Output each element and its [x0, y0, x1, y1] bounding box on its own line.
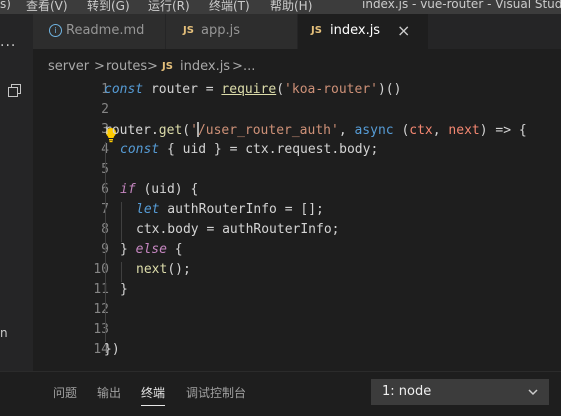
code-line-9: } else { — [120, 242, 183, 257]
code-token: let — [136, 202, 160, 217]
tab-app-js[interactable]: JS app.js — [166, 14, 297, 49]
breadcrumb-server[interactable]: server — [48, 59, 89, 74]
code-token: , — [432, 123, 449, 138]
menu-item-selection[interactable]: s) — [0, 0, 11, 11]
code-token: if — [120, 182, 136, 197]
line-number: 13 — [93, 322, 109, 337]
menu-item-run[interactable]: 运行(R) — [148, 0, 190, 14]
code-line-6: if (uid) { — [120, 182, 198, 197]
indent-guide — [121, 202, 122, 242]
code-token: , — [338, 123, 355, 138]
code-token: (); — [167, 262, 191, 277]
line-number: 1 — [101, 82, 109, 97]
code-token: next — [448, 123, 480, 138]
chevron-down-icon — [528, 389, 538, 396]
code-line-7: let authRouterInfo = []; — [136, 202, 324, 217]
code-token: router = — [143, 82, 222, 97]
menu-item-view[interactable]: 查看(V) — [26, 0, 68, 14]
line-number: 9 — [63, 242, 109, 257]
menu-item-help[interactable]: 帮助(H) — [270, 0, 312, 14]
tab-app-js-label: app.js — [201, 23, 240, 38]
code-token: ( — [276, 82, 285, 97]
js-file-icon: JS — [311, 25, 322, 36]
tab-readme-label: Readme.md — [66, 23, 145, 38]
code-token: (uid) { — [135, 182, 199, 197]
split-editor-icon[interactable] — [8, 84, 22, 98]
more-actions-icon[interactable]: ... — [0, 34, 16, 50]
js-file-icon: JS — [183, 25, 194, 36]
panel-tab-debug-console[interactable]: 调试控制台 — [186, 384, 246, 401]
code-line-8: ctx.body = authRouterInfo; — [136, 222, 340, 237]
code-token: } — [120, 242, 136, 257]
code-token: next — [136, 262, 168, 277]
code-editor[interactable]: 1 2 3 4 5 6 7 8 9 10 11 12 13 14 const r… — [33, 80, 561, 370]
code-line-10: next(); — [136, 262, 191, 277]
line-number: 14 — [93, 342, 109, 357]
code-token: /user_router_auth' — [197, 123, 339, 138]
panel-tab-problems[interactable]: 问题 — [53, 384, 77, 401]
info-icon: i — [49, 24, 62, 37]
code-line-11: } — [120, 282, 128, 297]
panel-tab-terminal[interactable]: 终端 — [141, 384, 166, 406]
js-file-icon: JS — [162, 61, 173, 72]
window-title: index.js - vue-router - Visual Studio — [362, 0, 561, 11]
menu-item-go[interactable]: 转到(G) — [87, 0, 130, 14]
code-line-14: }) — [104, 342, 120, 357]
activity-bar: ... n — [0, 14, 33, 415]
line-number: 11 — [93, 282, 109, 297]
code-line-4: const { uid } = ctx.request.body; — [120, 142, 378, 157]
line-number: 10 — [93, 262, 109, 277]
code-token: ctx.body = authRouterInfo; — [136, 222, 340, 237]
code-token: else — [135, 242, 167, 257]
terminal-select-value: 1: node — [382, 384, 432, 399]
code-token: 'koa-router' — [284, 82, 378, 97]
sidebar-fragment: n — [0, 326, 8, 340]
code-token: ctx — [409, 123, 433, 138]
breadcrumb: server > routes > JS index.js > ... — [33, 55, 561, 77]
code-token: } — [120, 282, 128, 297]
line-number: 8 — [63, 222, 109, 237]
terminal-select[interactable]: 1: node — [371, 379, 549, 405]
breadcrumb-separator: > — [147, 59, 158, 74]
code-token: ( — [182, 123, 191, 138]
line-number: 12 — [93, 302, 109, 317]
code-line-1: const router = require('koa-router')() — [104, 82, 401, 97]
line-number: 5 — [63, 162, 109, 177]
code-line-3: router.get('/user_router_auth', async (c… — [104, 122, 527, 138]
breadcrumb-ellipsis[interactable]: ... — [243, 59, 255, 74]
menu-bar: s) 查看(V) 转到(G) 运行(R) 终端(T) 帮助(H) index.j… — [0, 0, 561, 14]
line-number: 2 — [101, 102, 109, 117]
line-number: 3 — [101, 122, 109, 137]
editor-tab-bar: i Readme.md JS app.js JS index.js × — [33, 14, 561, 49]
tab-index-js-label: index.js — [330, 23, 381, 38]
code-token: ) => { — [479, 123, 527, 138]
code-token: const — [104, 82, 144, 97]
line-number: 7 — [63, 202, 109, 217]
breadcrumb-index-js[interactable]: index.js — [180, 59, 230, 74]
code-token: require — [221, 82, 277, 97]
code-token: ( — [393, 123, 410, 138]
code-token: { — [166, 242, 183, 257]
breadcrumb-routes[interactable]: routes — [106, 59, 147, 74]
line-number: 6 — [63, 182, 109, 197]
indent-guide — [121, 262, 122, 282]
menu-item-terminal[interactable]: 终端(T) — [209, 0, 250, 14]
tab-index-js[interactable]: JS index.js × — [298, 14, 428, 49]
code-token: { uid } = ctx.request.body; — [159, 142, 379, 157]
panel-tab-bar: 问题 输出 终端 调试控制台 1: node — [0, 371, 561, 416]
code-token: )() — [377, 82, 402, 97]
tab-readme[interactable]: i Readme.md — [33, 14, 165, 49]
code-token: authRouterInfo = []; — [159, 202, 324, 217]
panel-tab-output[interactable]: 输出 — [97, 384, 121, 401]
code-token: }) — [104, 342, 120, 357]
breadcrumb-separator: > — [94, 59, 105, 74]
code-token: const — [120, 142, 160, 157]
breadcrumb-separator: > — [232, 59, 243, 74]
line-number: 4 — [63, 142, 109, 157]
close-icon[interactable]: × — [397, 21, 410, 40]
code-token: async — [354, 123, 394, 138]
indent-guide — [105, 142, 106, 342]
code-token: router. — [104, 123, 159, 138]
code-token: get — [158, 123, 183, 138]
